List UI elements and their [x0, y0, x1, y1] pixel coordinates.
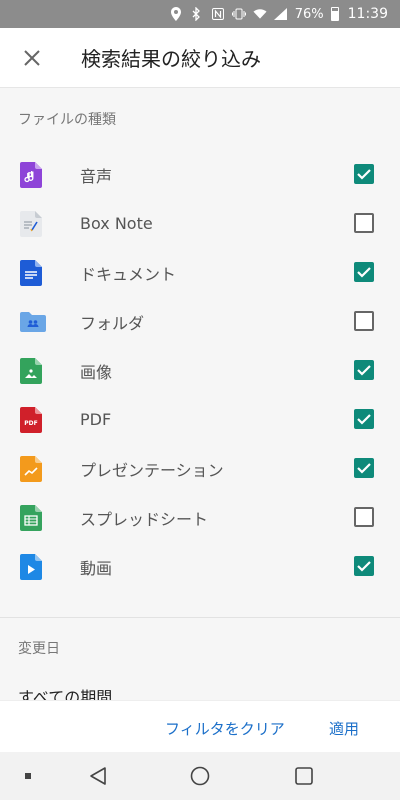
- list-item-label: PDF: [80, 410, 112, 429]
- folder-icon: [20, 312, 46, 338]
- list-item-document[interactable]: ドキュメント: [0, 248, 400, 297]
- svg-text:PDF: PDF: [24, 420, 37, 427]
- presentation-icon: [20, 456, 42, 482]
- list-item-box-note[interactable]: Box Note: [0, 199, 400, 248]
- page-title: 検索結果の絞り込み: [81, 47, 261, 71]
- video-icon: [20, 554, 42, 580]
- bluetooth-icon: [190, 6, 204, 22]
- clear-filter-button[interactable]: フィルタをクリア: [165, 718, 285, 739]
- apply-button[interactable]: 適用: [329, 718, 359, 739]
- list-item-label: ドキュメント: [80, 264, 177, 284]
- file-type-list: 音声 Box Note ドキュメント フォルダ 画像 PDF PDF プレゼンテ…: [0, 150, 400, 591]
- list-item-label: Box Note: [80, 214, 153, 233]
- vibrate-icon: [231, 6, 246, 22]
- list-item-pdf[interactable]: PDF PDF: [0, 395, 400, 444]
- list-item-label: 音声: [80, 166, 113, 186]
- action-bar: フィルタをクリア 適用: [0, 700, 400, 752]
- signal-icon: [274, 6, 288, 22]
- checkbox-audio[interactable]: [354, 164, 374, 184]
- period-option[interactable]: すべての期間: [18, 684, 218, 700]
- list-item-label: 画像: [80, 362, 113, 382]
- back-icon[interactable]: [88, 766, 108, 786]
- app-bar: 検索結果の絞り込み: [0, 28, 400, 88]
- clock: 11:39: [347, 6, 388, 22]
- checkbox-video[interactable]: [354, 556, 374, 576]
- list-item-folder[interactable]: フォルダ: [0, 297, 400, 346]
- battery-percent: 76%: [294, 6, 324, 22]
- checkbox-image[interactable]: [354, 360, 374, 380]
- section-label-file-type: ファイルの種類: [18, 112, 116, 128]
- location-icon: [169, 6, 183, 22]
- list-item-label: スプレッドシート: [80, 509, 209, 529]
- list-item-label: フォルダ: [80, 313, 145, 333]
- list-item-label: 動画: [80, 558, 113, 578]
- section-divider: [0, 617, 400, 618]
- pdf-icon: PDF: [20, 407, 42, 433]
- checkbox-presentation[interactable]: [354, 458, 374, 478]
- section-label-modified-date: 変更日: [18, 641, 60, 657]
- audio-file-icon: [20, 162, 42, 188]
- nav-dot-icon[interactable]: [24, 772, 32, 780]
- battery-icon: [330, 7, 339, 21]
- document-icon: [20, 260, 42, 286]
- checkbox-document[interactable]: [354, 262, 374, 282]
- period-value: すべての期間: [18, 688, 113, 700]
- image-icon: [20, 358, 42, 384]
- checkbox-spreadsheet[interactable]: [354, 507, 374, 527]
- checkbox-box-note[interactable]: [354, 213, 374, 233]
- checkbox-folder[interactable]: [354, 311, 374, 331]
- box-note-icon: [20, 211, 42, 237]
- list-item-video[interactable]: 動画: [0, 542, 400, 591]
- status-bar: 76% 11:39: [0, 0, 400, 28]
- list-item-label: プレゼンテーション: [80, 460, 224, 480]
- home-icon[interactable]: [190, 766, 210, 786]
- checkbox-pdf[interactable]: [354, 409, 374, 429]
- list-item-presentation[interactable]: プレゼンテーション: [0, 444, 400, 493]
- spreadsheet-icon: [20, 505, 42, 531]
- recent-apps-icon[interactable]: [294, 766, 314, 786]
- list-item-spreadsheet[interactable]: スプレッドシート: [0, 493, 400, 542]
- nfc-icon: [211, 6, 225, 22]
- list-item-image[interactable]: 画像: [0, 346, 400, 395]
- navigation-bar: [0, 752, 400, 800]
- list-item-audio[interactable]: 音声: [0, 150, 400, 199]
- wifi-icon: [253, 6, 267, 22]
- close-icon[interactable]: [20, 46, 44, 70]
